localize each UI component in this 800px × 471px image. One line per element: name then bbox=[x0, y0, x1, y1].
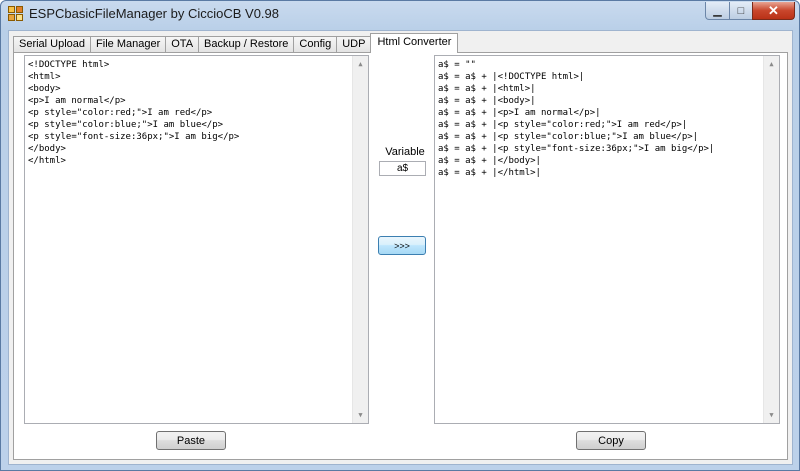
tab-ota[interactable]: OTA bbox=[165, 36, 200, 53]
input-scrollbar[interactable]: ▲ ▼ bbox=[352, 56, 368, 423]
output-textarea[interactable]: a$ = "" a$ = a$ + |<!DOCTYPE html>| a$ =… bbox=[434, 55, 780, 424]
copy-button[interactable]: Copy bbox=[576, 431, 646, 450]
variable-input[interactable] bbox=[379, 161, 426, 176]
convert-button[interactable]: >>> bbox=[378, 236, 426, 255]
app-window: ESPCbasicFileManager by CiccioCB V0.98 ▁… bbox=[0, 0, 800, 471]
close-button[interactable]: ✕ bbox=[752, 2, 795, 20]
minimize-button[interactable]: ▁ bbox=[705, 2, 730, 20]
scroll-up-icon[interactable]: ▲ bbox=[764, 56, 779, 72]
tab-strip: Serial Upload File Manager OTA Backup / … bbox=[13, 33, 459, 53]
scroll-down-icon[interactable]: ▼ bbox=[764, 407, 779, 423]
output-text: a$ = "" a$ = a$ + |<!DOCTYPE html>| a$ =… bbox=[438, 60, 715, 178]
scroll-down-icon[interactable]: ▼ bbox=[353, 407, 368, 423]
close-icon: ✕ bbox=[768, 2, 779, 18]
client-area: Serial Upload File Manager OTA Backup / … bbox=[8, 30, 793, 465]
scroll-up-icon[interactable]: ▲ bbox=[353, 56, 368, 72]
output-scrollbar[interactable]: ▲ ▼ bbox=[763, 56, 779, 423]
html-converter-page: <!DOCTYPE html> <html> <body> <p>I am no… bbox=[13, 52, 788, 460]
tab-udp[interactable]: UDP bbox=[336, 36, 372, 53]
html-input-textarea[interactable]: <!DOCTYPE html> <html> <body> <p>I am no… bbox=[24, 55, 369, 424]
paste-button[interactable]: Paste bbox=[156, 431, 226, 450]
variable-label: Variable bbox=[385, 146, 425, 158]
maximize-icon: □ bbox=[737, 4, 745, 17]
window-title: ESPCbasicFileManager by CiccioCB V0.98 bbox=[29, 6, 279, 21]
html-input-text: <!DOCTYPE html> <html> <body> <p>I am no… bbox=[28, 60, 240, 166]
tab-backup-restore[interactable]: Backup / Restore bbox=[198, 36, 295, 53]
tab-html-converter[interactable]: Html Converter bbox=[370, 33, 459, 53]
tab-serial-upload[interactable]: Serial Upload bbox=[13, 36, 92, 53]
maximize-button[interactable]: □ bbox=[729, 2, 753, 20]
app-icon bbox=[8, 6, 24, 22]
tab-file-manager[interactable]: File Manager bbox=[90, 36, 167, 53]
title-bar[interactable]: ESPCbasicFileManager by CiccioCB V0.98 ▁… bbox=[1, 1, 799, 27]
tab-config[interactable]: Config bbox=[293, 36, 338, 53]
minimize-icon: ▁ bbox=[713, 5, 722, 17]
